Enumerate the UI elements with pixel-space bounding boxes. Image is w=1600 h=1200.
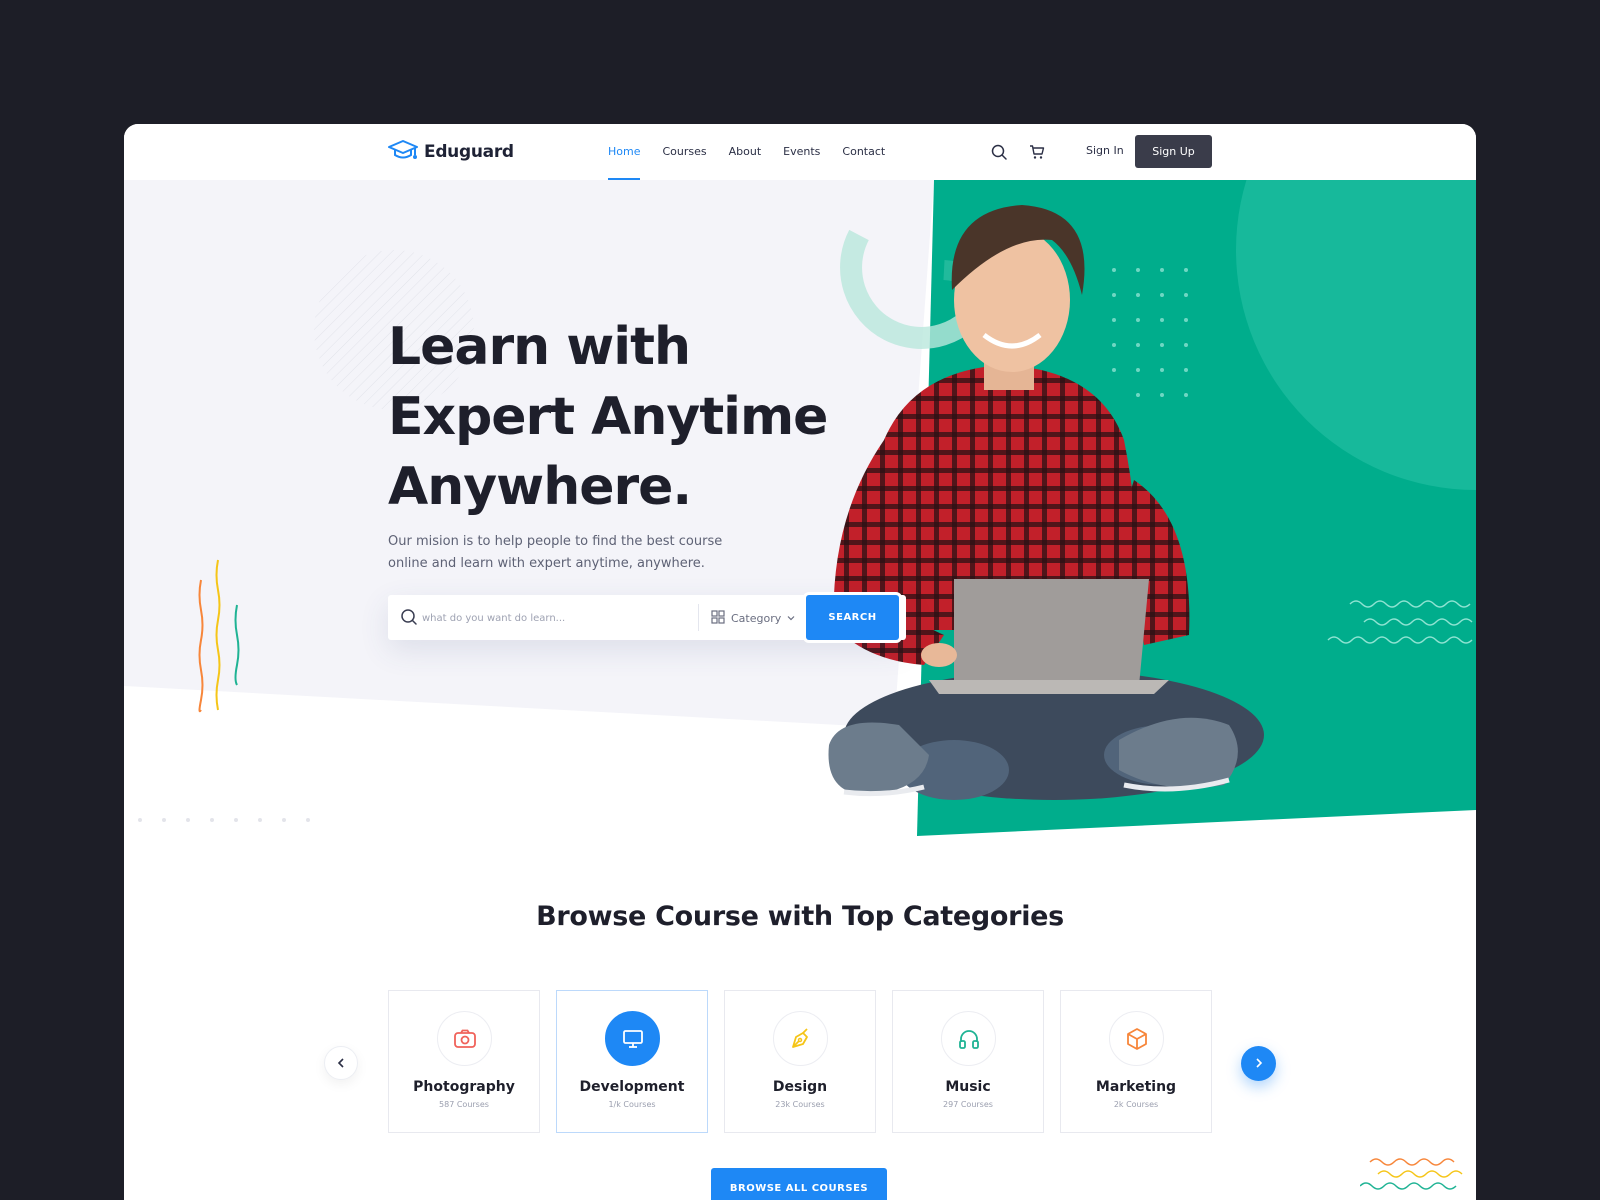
- headline-line: Learn with: [388, 317, 691, 377]
- logo-text: Eduguard: [424, 142, 514, 162]
- category-name: Marketing: [1095, 1079, 1177, 1095]
- category-dropdown[interactable]: Category: [711, 607, 795, 629]
- category-label: Category: [731, 611, 782, 625]
- category-count: 2k Courses: [1113, 1100, 1159, 1109]
- wavy-decoration: [1360, 1158, 1463, 1190]
- category-count: 1/k Courses: [608, 1100, 656, 1109]
- hero-subtext: Our mision is to help people to find the…: [388, 534, 723, 571]
- nav-courses[interactable]: Courses: [662, 124, 706, 180]
- main-nav: Home Courses About Events Contact: [608, 124, 885, 180]
- camera-icon: [437, 1011, 492, 1066]
- sign-in-link[interactable]: Sign In: [1086, 144, 1124, 157]
- nav-events[interactable]: Events: [783, 124, 820, 180]
- box-icon: [1109, 1011, 1164, 1066]
- category-card-marketing[interactable]: Marketing 2k Courses: [1060, 990, 1212, 1133]
- category-cards: Photography 587 Courses Development 1/k …: [388, 990, 1212, 1133]
- search-input[interactable]: [422, 607, 692, 629]
- category-count: 297 Courses: [943, 1100, 993, 1109]
- headline-line: Expert Anytime: [388, 387, 828, 447]
- course-search-bar: Category SEARCH: [388, 595, 906, 640]
- browser-frame: Eduguard Home Courses About Events Conta…: [124, 124, 1476, 1200]
- carousel-next-button[interactable]: [1241, 1046, 1276, 1081]
- search-button[interactable]: SEARCH: [806, 595, 899, 640]
- search-icon[interactable]: [990, 143, 1008, 161]
- nav-contact[interactable]: Contact: [842, 124, 885, 180]
- carousel-prev-button[interactable]: [324, 1046, 358, 1080]
- category-name: Photography: [413, 1079, 515, 1095]
- graduation-cap-icon: [388, 138, 418, 166]
- monitor-icon: [605, 1011, 660, 1066]
- grid-icon: [711, 609, 725, 627]
- category-card-design[interactable]: Design 23k Courses: [724, 990, 876, 1133]
- site-header: Eduguard Home Courses About Events Conta…: [124, 124, 1476, 180]
- hero-headline: Learn with Expert Anytime Anywhere.: [388, 312, 868, 522]
- category-count: 23k Courses: [775, 1100, 825, 1109]
- cart-icon[interactable]: [1028, 143, 1046, 161]
- sign-up-button[interactable]: Sign Up: [1135, 135, 1212, 168]
- category-name: Design: [772, 1079, 828, 1095]
- divider: [698, 604, 699, 631]
- category-name: Music: [945, 1079, 991, 1095]
- logo[interactable]: Eduguard: [388, 138, 514, 166]
- chevron-right-icon: [1253, 1054, 1265, 1073]
- headline-line: Anywhere.: [388, 457, 692, 517]
- category-card-photography[interactable]: Photography 587 Courses: [388, 990, 540, 1133]
- category-count: 587 Courses: [439, 1100, 489, 1109]
- headphones-icon: [941, 1011, 996, 1066]
- category-name: Development: [579, 1079, 685, 1095]
- category-card-development[interactable]: Development 1/k Courses: [556, 990, 708, 1133]
- pen-tool-icon: [773, 1011, 828, 1066]
- section-title: Browse Course with Top Categories: [536, 901, 1064, 932]
- browse-all-courses-button[interactable]: BROWSE ALL COURSES: [711, 1168, 887, 1200]
- nav-home[interactable]: Home: [608, 124, 641, 180]
- search-icon: [400, 608, 418, 630]
- chevron-down-icon: [787, 612, 795, 625]
- nav-about[interactable]: About: [729, 124, 762, 180]
- category-card-music[interactable]: Music 297 Courses: [892, 990, 1044, 1133]
- chevron-left-icon: [335, 1054, 347, 1073]
